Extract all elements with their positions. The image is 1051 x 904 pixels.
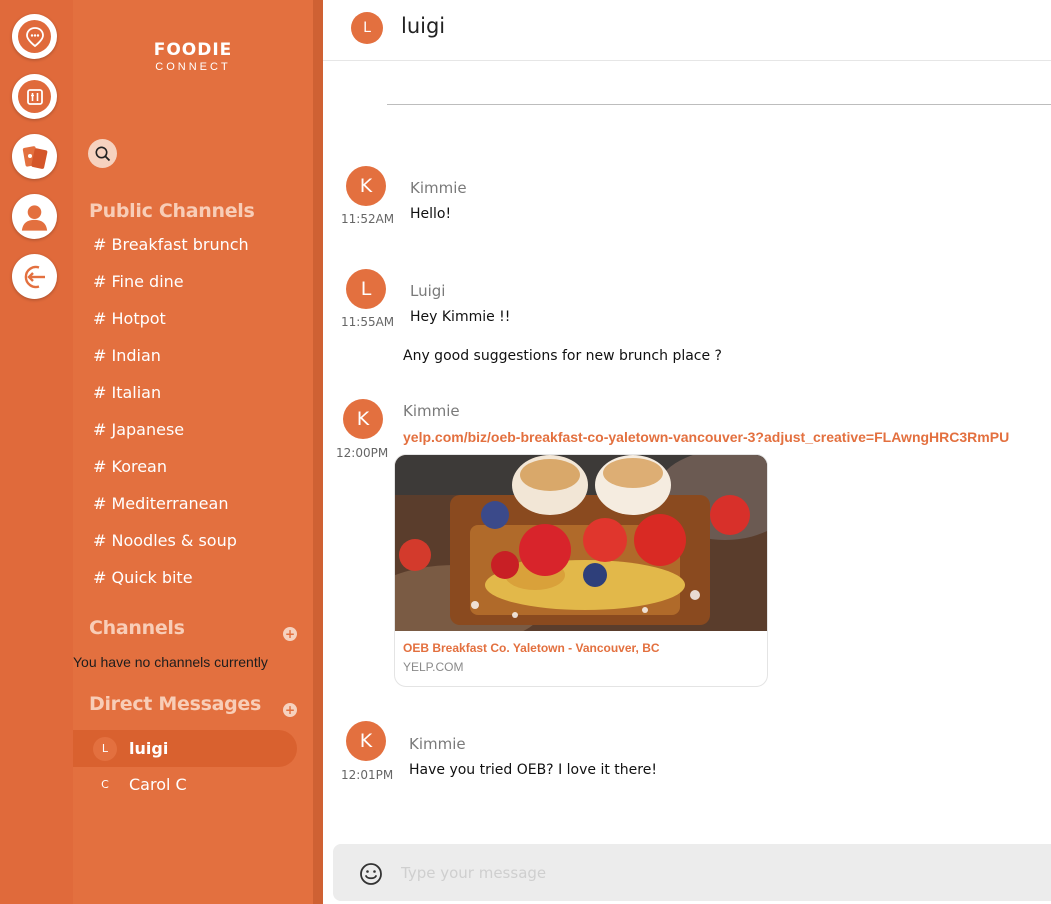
- channel-item[interactable]: # Quick bite: [93, 565, 249, 602]
- preview-domain: YELP.COM: [403, 660, 464, 674]
- logout-icon[interactable]: [12, 254, 57, 299]
- message-author: Luigi: [410, 282, 446, 300]
- restaurant-icon[interactable]: [12, 74, 57, 119]
- message-composer: [333, 844, 1051, 901]
- cards-icon[interactable]: [12, 134, 57, 179]
- message-time: 12:01PM: [341, 768, 394, 782]
- conversation-title: luigi: [401, 14, 446, 38]
- no-channels-text: You have no channels currently: [73, 654, 268, 670]
- public-channel-list: # Breakfast brunch # Fine dine # Hotpot …: [93, 232, 249, 602]
- brand-logo: FOODIE CONNECT: [73, 40, 313, 73]
- add-direct-message-button[interactable]: +: [283, 703, 297, 717]
- avatar: K: [343, 399, 383, 439]
- avatar: C: [101, 778, 109, 791]
- channel-item[interactable]: # Korean: [93, 454, 249, 491]
- message-author: Kimmie: [403, 402, 460, 420]
- channels-title: Channels: [89, 617, 185, 639]
- avatar: L: [351, 12, 383, 44]
- message-link[interactable]: yelp.com/biz/oeb-breakfast-co-yaletown-v…: [403, 429, 1051, 445]
- smiley-icon[interactable]: [359, 862, 383, 886]
- brand-subtitle: CONNECT: [155, 61, 231, 73]
- brand-name: FOODIE: [153, 40, 233, 60]
- public-channels-title: Public Channels: [89, 200, 255, 222]
- dm-item-carol[interactable]: C Carol C: [73, 766, 297, 803]
- dm-name: luigi: [129, 739, 169, 758]
- message-author: Kimmie: [409, 735, 466, 753]
- preview-title: OEB Breakfast Co. Yaletown - Vancouver, …: [403, 641, 660, 655]
- message-text: Hello!: [410, 206, 452, 222]
- chat-header: L luigi: [323, 0, 1051, 61]
- search-button[interactable]: [88, 139, 117, 168]
- message-text: Hey Kimmie !!: [410, 309, 511, 325]
- message-time: 12:00PM: [336, 446, 389, 460]
- dm-name: Carol C: [129, 775, 187, 794]
- message-input[interactable]: [401, 858, 1021, 888]
- channel-item[interactable]: # Indian: [93, 343, 249, 380]
- message-time: 11:52AM: [341, 212, 395, 226]
- message-divider: [387, 104, 1051, 105]
- channel-item[interactable]: # Mediterranean: [93, 491, 249, 528]
- message-text: Any good suggestions for new brunch plac…: [403, 348, 722, 364]
- avatar: L: [346, 269, 386, 309]
- channel-item[interactable]: # Breakfast brunch: [93, 232, 249, 269]
- avatar: L: [93, 736, 117, 761]
- channel-item[interactable]: # Japanese: [93, 417, 249, 454]
- user-icon[interactable]: [12, 194, 57, 239]
- avatar: K: [346, 166, 386, 206]
- channel-item[interactable]: # Fine dine: [93, 269, 249, 306]
- channel-item[interactable]: # Noodles & soup: [93, 528, 249, 565]
- dm-item-luigi[interactable]: L luigi: [73, 730, 297, 767]
- sidebar-divider: [313, 0, 323, 904]
- message-author: Kimmie: [410, 179, 467, 197]
- avatar: K: [346, 721, 386, 761]
- add-channel-button[interactable]: +: [283, 627, 297, 641]
- preview-image: [395, 455, 767, 631]
- direct-messages-title: Direct Messages: [89, 693, 262, 715]
- channel-item[interactable]: # Italian: [93, 380, 249, 417]
- message-time: 11:55AM: [341, 315, 395, 329]
- chat-pin-icon[interactable]: [12, 14, 57, 59]
- message-text: Have you tried OEB? I love it there!: [409, 762, 657, 778]
- channel-item[interactable]: # Hotpot: [93, 306, 249, 343]
- search-icon: [95, 146, 110, 161]
- link-preview-card[interactable]: OEB Breakfast Co. Yaletown - Vancouver, …: [394, 454, 768, 687]
